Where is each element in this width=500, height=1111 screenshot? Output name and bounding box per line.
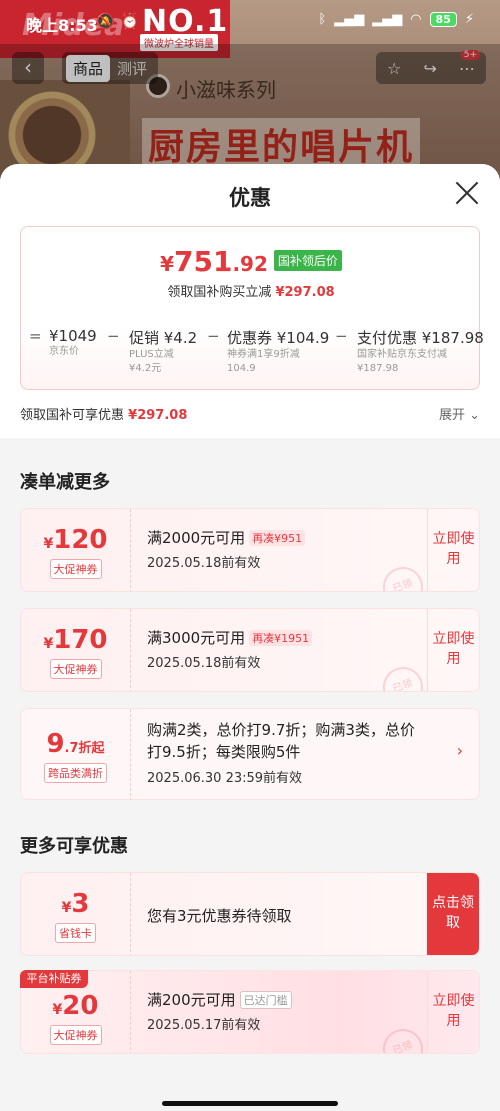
battery-indicator: 85 (429, 12, 457, 27)
coupon-card[interactable]: ¥20 大促神券 满200元可用 已达门槛 2025.05.17前有效 已领 立即… (20, 970, 480, 1054)
discount-description: 购满2类，总价打9.7折；购满3类，总价 打9.5折；每类限购5件 (147, 721, 415, 761)
section-title-more: 更多可享优惠 (20, 836, 128, 857)
sheet-header-area: 优惠 ¥751.92 国补领后价 领取国补购买立减 ¥297.08 = ¥1049… (0, 164, 500, 438)
coupon-amount: ¥20 (52, 991, 99, 1021)
coupon-type-tag: 大促神券 (49, 1025, 102, 1045)
price-breakdown: = ¥1049 京东价 − 促销 ¥4.2 PLUS立减 ¥4.2元 − 优惠券… (29, 327, 484, 383)
close-icon[interactable] (454, 180, 480, 206)
subsidy-price-tag: 国补领后价 (273, 250, 342, 271)
final-price: ¥751.92 国补领后价 (21, 245, 481, 278)
coupon-amount: ¥3 (61, 889, 90, 919)
coupon-card[interactable]: ¥170 大促神券 满3000元可用 再凑¥1951 2025.05.18前有效 … (20, 608, 480, 692)
tiktok-icon: ♪ (145, 12, 161, 30)
price-decimal: .92 (232, 252, 268, 276)
charging-icon: ⚡ (464, 12, 474, 27)
threshold-reached-chip: 已达门槛 (239, 991, 292, 1009)
expand-button[interactable]: 展开 ⌄ (439, 404, 480, 423)
status-time: 晚上8:53 (26, 16, 98, 35)
breakdown-item: 促销 ¥4.2 PLUS立减 ¥4.2元 (129, 329, 198, 374)
wifi-icon: ◠ (410, 12, 422, 27)
sheet-title: 优惠 (229, 186, 271, 210)
discount-coupon-card[interactable]: 9.7折起 跨品类满折 购满2类，总价打9.7折；购满3类，总价 打9.5折；每类… (20, 708, 480, 800)
home-indicator[interactable] (162, 1101, 338, 1106)
status-bar: 晚上8:53 🔕⏰♪ ᛒ ▂▄▆ ▂▄▆ ◠ 85 ⚡ (0, 0, 500, 44)
add-more-chip: 再凑¥1951 (249, 630, 313, 646)
coupon-type-tag: 跨品类满折 (44, 763, 107, 783)
price-integer: 751 (174, 245, 233, 278)
chevron-down-icon: ⌄ (469, 408, 480, 423)
coupon-type-tag: 大促神券 (49, 659, 102, 679)
alarm-icon: ⏰ (120, 12, 146, 30)
mute-icon: 🔕 (96, 12, 121, 30)
platform-subsidy-label: 平台补贴券 (20, 970, 88, 988)
section-title-bundle: 凑单减更多 (20, 472, 110, 493)
coupon-card[interactable]: ¥3 省钱卡 您有3元优惠券待领取 点击领取 (20, 872, 480, 956)
breakdown-op: − (335, 327, 348, 345)
status-right: ᛒ ▂▄▆ ▂▄▆ ◠ 85 ⚡ (318, 12, 474, 27)
signal-icon: ▂▄▆ (334, 12, 365, 27)
add-more-chip: 再凑¥951 (249, 530, 306, 546)
coupon-condition: 满200元可用 已达门槛 (147, 989, 437, 1010)
discount-sheet: 优惠 ¥751.92 国补领后价 领取国补购买立减 ¥297.08 = ¥1049… (0, 164, 500, 1111)
breakdown-item: 支付优惠 ¥187.98 国家补贴京东支付减 ¥187.98 (357, 329, 484, 374)
breakdown-item: ¥1049 京东价 (49, 327, 97, 357)
price-subtext: 领取国补购买立减 ¥297.08 (167, 285, 335, 300)
breakdown-op: − (107, 327, 120, 345)
bluetooth-icon: ᛒ (318, 12, 327, 27)
breakdown-item: 优惠券 ¥104.9 神券满1享9折减 104.9 (227, 329, 330, 374)
coupon-amount: ¥170 (43, 625, 108, 655)
chevron-right-icon[interactable]: › (457, 741, 463, 760)
breakdown-op: − (207, 327, 220, 345)
coupon-type-tag: 大促神券 (49, 559, 102, 579)
coupon-expiry: 2025.06.30 23:59前有效 (147, 771, 303, 786)
coupon-condition: 您有3元优惠券待领取 (147, 907, 292, 925)
breakdown-op: = (29, 327, 42, 345)
coupon-type-tag: 省钱卡 (55, 923, 96, 943)
saving-summary: 领取国补可享优惠 ¥297.08 展开 ⌄ (20, 404, 480, 424)
price-summary: ¥751.92 国补领后价 领取国补购买立减 ¥297.08 = ¥1049 京东… (20, 226, 484, 390)
coupon-card[interactable]: ¥120 大促神券 满2000元可用 再凑¥951 2025.05.18前有效 已… (20, 508, 480, 592)
coupon-condition: 满3000元可用 再凑¥1951 (147, 627, 437, 648)
use-now-button[interactable]: 立即使用 (427, 971, 479, 1053)
signal2-icon: ▂▄▆ (372, 12, 403, 27)
claim-button[interactable]: 点击领取 (427, 873, 479, 955)
discount-rate: 9.7折起 (46, 729, 105, 759)
use-now-button[interactable]: 立即使用 (427, 509, 479, 591)
use-now-button[interactable]: 立即使用 (427, 609, 479, 691)
coupon-condition: 满2000元可用 再凑¥951 (147, 527, 437, 548)
coupon-amount: ¥120 (43, 525, 108, 555)
